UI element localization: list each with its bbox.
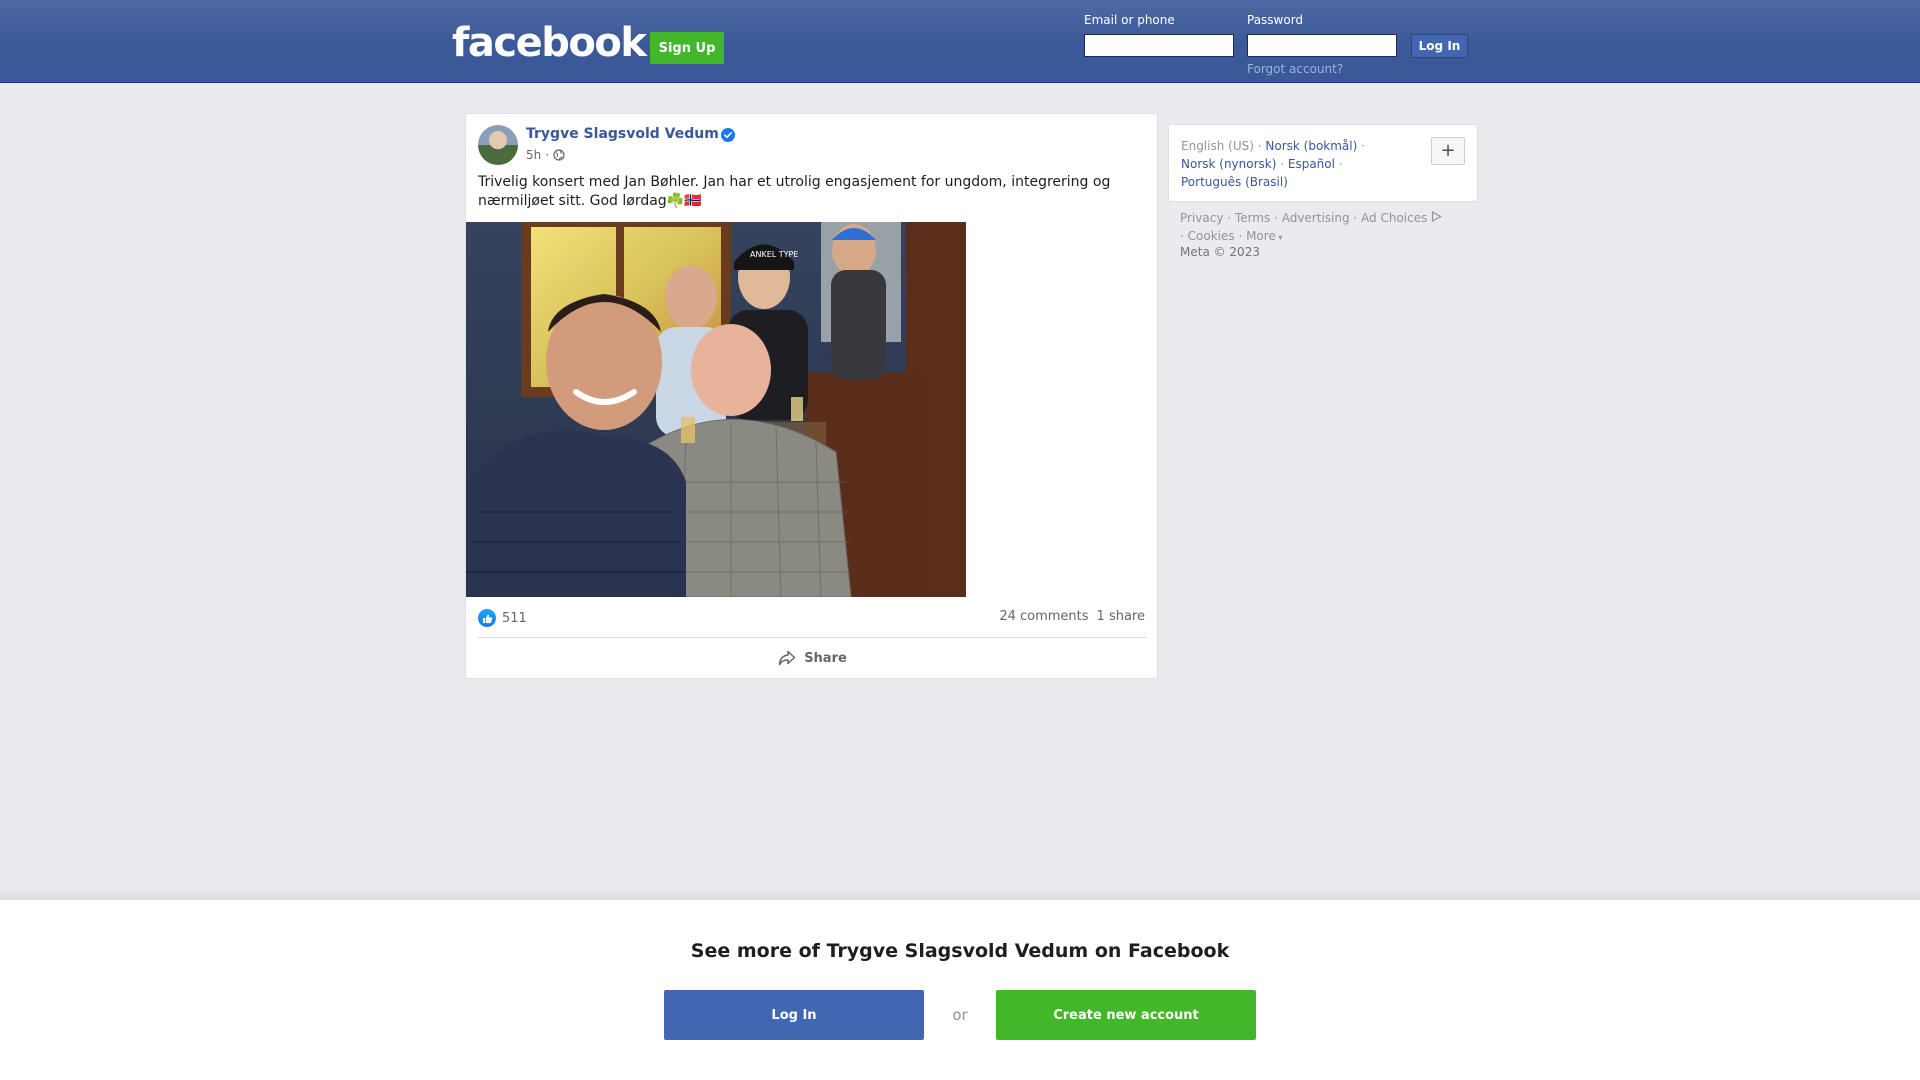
post-meta: 5h · bbox=[526, 148, 565, 162]
cap-text: ANKEL TYPE bbox=[750, 250, 798, 259]
login-prompt-banner: See more of Trygve Slagsvold Vedum on Fa… bbox=[0, 900, 1920, 1080]
like-reaction-icon bbox=[478, 609, 496, 627]
banner-shadow bbox=[0, 888, 1920, 900]
add-language-button[interactable]: + bbox=[1431, 137, 1465, 165]
verified-badge-icon bbox=[721, 128, 735, 142]
engagement-counts: 24 comments 1 share bbox=[999, 609, 1145, 624]
footer-link-cookies[interactable]: Cookies bbox=[1188, 229, 1235, 243]
facebook-logo[interactable]: facebook bbox=[452, 20, 647, 66]
language-link-norsk-bokmal[interactable]: Norsk (bokmål) bbox=[1265, 139, 1357, 153]
password-input[interactable] bbox=[1247, 34, 1397, 57]
language-selector-card: English (US) · Norsk (bokmål) · Norsk (n… bbox=[1168, 124, 1478, 202]
footer-link-terms[interactable]: Terms bbox=[1235, 211, 1270, 225]
share-icon bbox=[778, 650, 796, 666]
language-current: English (US) bbox=[1181, 139, 1254, 153]
globe-icon bbox=[553, 149, 565, 161]
banner-or-text: or bbox=[952, 1006, 968, 1024]
create-account-button[interactable]: Create new account bbox=[996, 990, 1256, 1040]
language-link-espanol[interactable]: Español bbox=[1288, 157, 1335, 171]
copyright: Meta © 2023 bbox=[1180, 245, 1260, 259]
post-text: Trivelig konsert med Jan Bøhler. Jan har… bbox=[478, 174, 1111, 209]
meta-separator: · bbox=[545, 148, 550, 162]
post-photo[interactable]: ANKEL TYPE bbox=[466, 222, 966, 597]
share-button[interactable]: Share bbox=[478, 642, 1147, 674]
share-label: Share bbox=[804, 650, 847, 666]
footer-link-more[interactable]: More bbox=[1246, 229, 1276, 243]
ad-choices-icon bbox=[1432, 210, 1442, 223]
footer-link-ad-choices[interactable]: Ad Choices bbox=[1361, 211, 1427, 225]
author-name[interactable]: Trygve Slagsvold Vedum bbox=[526, 126, 719, 142]
author-avatar[interactable] bbox=[478, 125, 518, 165]
top-navigation-bar: facebook Sign Up Email or phone Password… bbox=[0, 0, 1920, 83]
banner-title: See more of Trygve Slagsvold Vedum on Fa… bbox=[690, 940, 1230, 962]
email-label: Email or phone bbox=[1084, 13, 1175, 27]
footer-link-advertising[interactable]: Advertising bbox=[1282, 211, 1350, 225]
actions-divider bbox=[478, 637, 1147, 638]
forgot-account-link[interactable]: Forgot account? bbox=[1247, 62, 1343, 76]
shares-count[interactable]: 1 share bbox=[1097, 609, 1145, 624]
comments-count[interactable]: 24 comments bbox=[999, 609, 1088, 624]
more-dropdown-icon: ▾ bbox=[1275, 233, 1283, 242]
footer-links: Privacy · Terms · Advertising · Ad Choic… bbox=[1180, 209, 1480, 247]
password-label: Password bbox=[1247, 13, 1304, 27]
post-card: Trygve Slagsvold Vedum 5h · Trivelig kon… bbox=[465, 113, 1158, 679]
signup-button[interactable]: Sign Up bbox=[650, 32, 724, 64]
language-link-norsk-nynorsk[interactable]: Norsk (nynorsk) bbox=[1181, 157, 1276, 171]
post-time[interactable]: 5h bbox=[526, 148, 541, 162]
email-input[interactable] bbox=[1084, 34, 1234, 57]
reaction-count: 511 bbox=[502, 610, 527, 626]
photo-illustration: ANKEL TYPE bbox=[466, 222, 966, 597]
footer-link-privacy[interactable]: Privacy bbox=[1180, 211, 1223, 225]
login-button[interactable]: Log In bbox=[1411, 34, 1468, 58]
banner-login-button[interactable]: Log In bbox=[664, 990, 924, 1040]
reactions-summary[interactable]: 511 bbox=[478, 609, 527, 627]
language-link-portugues[interactable]: Português (Brasil) bbox=[1181, 175, 1288, 189]
